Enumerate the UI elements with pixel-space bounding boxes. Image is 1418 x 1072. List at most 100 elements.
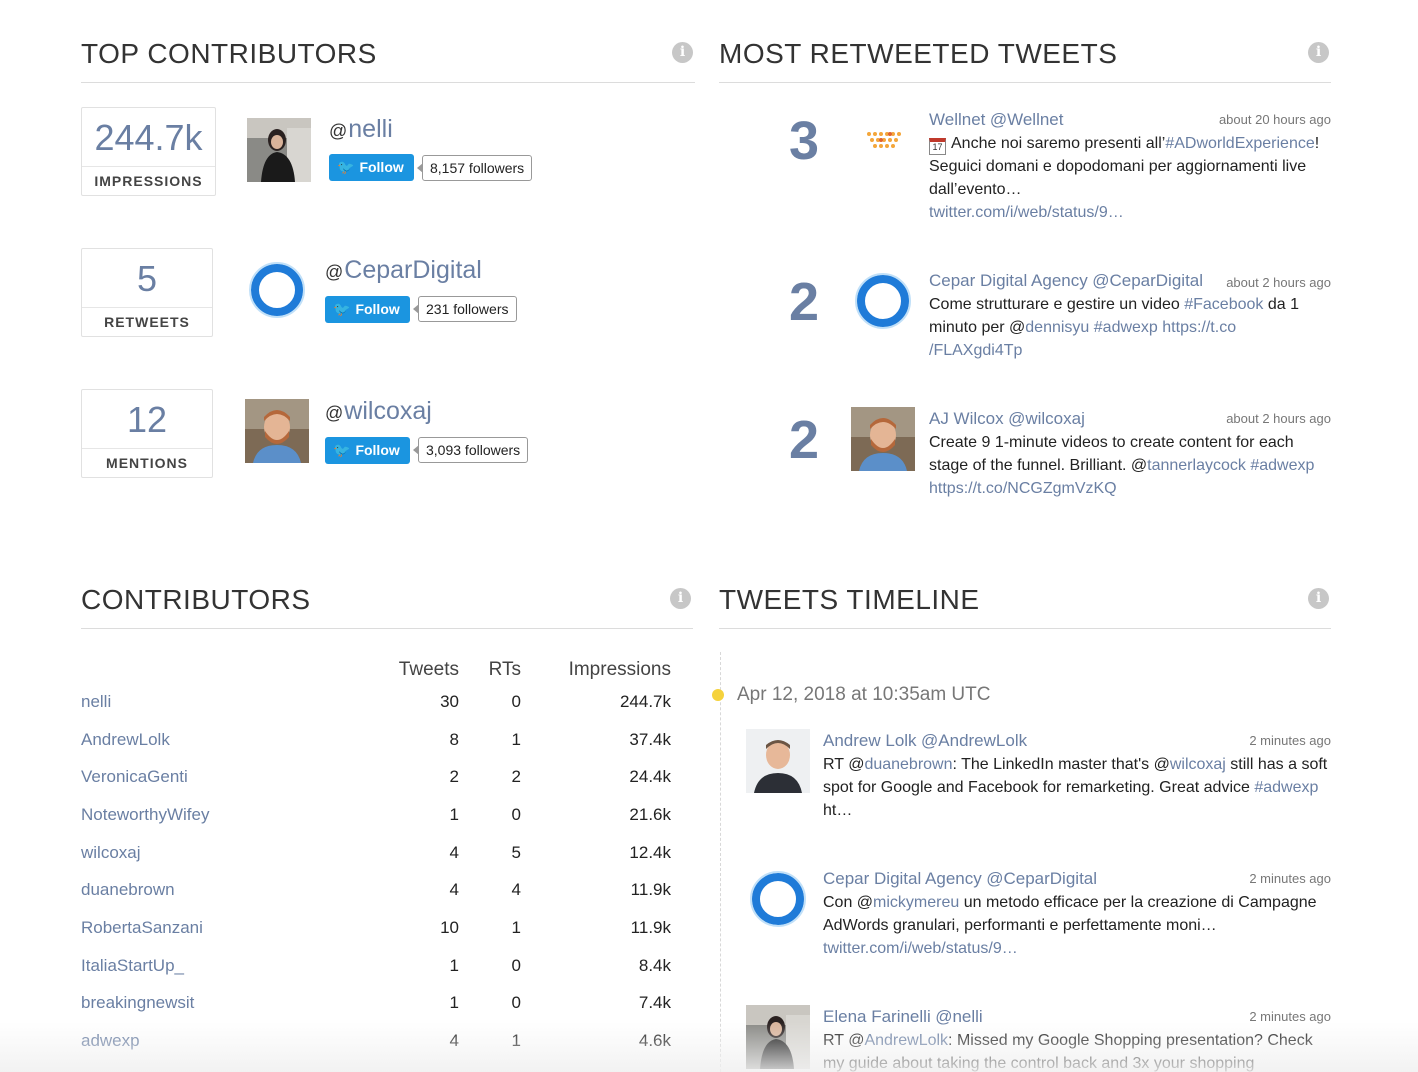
url-link[interactable]: twitter.com/i/web/status/9…: [929, 204, 1124, 221]
follow-label: Follow: [359, 159, 404, 175]
avatar[interactable]: [247, 118, 311, 182]
tweet-text: Create 9 1-minute videos to create conte…: [929, 431, 1331, 500]
contributor-name-link[interactable]: RobertaSanzani: [81, 909, 381, 947]
table-row: VeronicaGenti 2 2 24.4k: [81, 758, 671, 796]
tweet-author-name[interactable]: Cepar Digital Agency: [929, 271, 1088, 290]
follow-label: Follow: [355, 442, 400, 458]
tweet-body: Andrew Lolk @AndrewLolk 2 minutes ago RT…: [823, 729, 1331, 822]
contributor-name-link[interactable]: ItaliaStartUp_: [81, 947, 381, 985]
follow-button[interactable]: 🐦 Follow: [325, 296, 410, 323]
table-row: ItaliaStartUp_ 1 0 8.4k: [81, 947, 671, 985]
contributor-name-link[interactable]: adwexp: [81, 1022, 381, 1060]
stat-label: IMPRESSIONS: [94, 173, 203, 189]
most-retweeted-title: MOST RETWEETED TWEETS: [719, 38, 1118, 69]
mention-link[interactable]: mickymereu: [873, 894, 959, 911]
table-row: nelli 30 0 244.7k: [81, 683, 671, 721]
avatar[interactable]: [746, 729, 810, 793]
tweet-author-handle[interactable]: @CeparDigital: [986, 869, 1097, 888]
follow-button[interactable]: 🐦 Follow: [325, 437, 410, 464]
timeline-tweet: Andrew Lolk @AndrewLolk 2 minutes ago RT…: [746, 729, 1332, 839]
follow-button[interactable]: 🐦 Follow: [329, 154, 414, 181]
tweet-author-handle[interactable]: @Wellnet: [990, 110, 1064, 129]
contributor-name-link[interactable]: duanebrown: [81, 871, 381, 909]
follow-label: Follow: [355, 301, 400, 317]
impressions-stat: 244.7k IMPRESSIONS: [81, 107, 216, 196]
mention-link[interactable]: wilcoxaj: [1170, 756, 1226, 773]
most-retweeted-panel: MOST RETWEETED TWEETS i 3 Wellnet @Welln…: [719, 0, 1331, 520]
tweets-cell: 1: [449, 993, 459, 1013]
hashtag-link[interactable]: #adwexp: [1250, 457, 1314, 474]
table-row: duanebrown 4 4 11.9k: [81, 871, 671, 909]
calendar-icon: 17: [929, 138, 946, 155]
avatar[interactable]: [851, 108, 915, 172]
impressions-cell: 4.6k: [638, 1031, 671, 1051]
tweet-author-name[interactable]: Andrew Lolk: [823, 731, 917, 750]
contributor-name-link[interactable]: VeronicaGenti: [81, 758, 381, 796]
info-icon[interactable]: i: [1308, 42, 1329, 63]
tweet-author-name[interactable]: Elena Farinelli: [823, 1007, 931, 1026]
tweet-author-handle[interactable]: @AndrewLolk: [921, 731, 1027, 750]
info-icon[interactable]: i: [1308, 588, 1329, 609]
contributors-title: CONTRIBUTORS: [81, 584, 311, 615]
mention-link[interactable]: AndrewLolk: [864, 1032, 948, 1049]
tweet-author-name[interactable]: Cepar Digital Agency: [823, 869, 982, 888]
column-header-tweets[interactable]: Tweets: [381, 657, 459, 683]
rts-cell: 0: [511, 993, 521, 1013]
avatar[interactable]: [746, 867, 810, 931]
hashtag-link[interactable]: #Facebook: [1184, 296, 1263, 313]
contributor-name-link[interactable]: NoteworthyWifey: [81, 796, 381, 834]
url-link[interactable]: twitter.com/i/web/status/9…: [823, 940, 1018, 957]
top-contributor-row: 5 RETWEETS @CeparDigital 🐦 Follow 231 fol…: [81, 248, 681, 338]
timeline-line: [720, 652, 721, 1072]
url-link[interactable]: https://t.co/NCGZgmVzKQ: [929, 480, 1117, 497]
tweet-time: 2 minutes ago: [1249, 1009, 1331, 1024]
tweet-author-handle[interactable]: @CeparDigital: [1092, 271, 1203, 290]
contributor-name-link[interactable]: AndrewLolk: [81, 721, 381, 759]
hashtag-link[interactable]: #ADworldExperience: [1165, 135, 1314, 152]
avatar[interactable]: [746, 1005, 810, 1069]
contributor-name-link[interactable]: nelli: [81, 683, 381, 721]
column-header-impressions[interactable]: Impressions: [521, 657, 671, 683]
column-header-rts[interactable]: RTs: [459, 657, 521, 683]
top-contributors-header: TOP CONTRIBUTORS i: [81, 0, 695, 83]
tweet-author-handle[interactable]: @wilcoxaj: [1008, 409, 1085, 428]
tweets-cell: 1: [449, 804, 459, 824]
tweets-cell: 1: [449, 955, 459, 975]
text-fragment: Con @: [823, 894, 874, 911]
retweet-count: 2: [789, 272, 820, 332]
tweet-author-handle[interactable]: @nelli: [935, 1007, 983, 1026]
stat-label: MENTIONS: [106, 455, 188, 471]
mention-link[interactable]: tannerlaycock: [1147, 457, 1246, 474]
tweet-body: Cepar Digital Agency @CeparDigital about…: [929, 269, 1331, 362]
impressions-cell: 37.4k: [629, 729, 671, 749]
mention-link[interactable]: duanebrown: [864, 756, 952, 773]
info-icon[interactable]: i: [670, 588, 691, 609]
tweet-time: about 2 hours ago: [1222, 271, 1331, 294]
table-header-row: Tweets RTs Impressions: [81, 657, 671, 683]
tweet-time: about 20 hours ago: [1218, 112, 1331, 127]
timeline-date: Apr 12, 2018 at 10:35am UTC: [737, 684, 991, 705]
avatar[interactable]: [245, 399, 309, 463]
hashtag-link[interactable]: #adwexp: [1254, 779, 1318, 796]
mention-link[interactable]: dennisyu: [1025, 319, 1089, 336]
contributor-name-link[interactable]: wilcoxaj: [81, 834, 381, 872]
avatar[interactable]: [245, 258, 309, 322]
avatar[interactable]: [851, 269, 915, 333]
followers-count: 8,157 followers: [416, 155, 533, 181]
top-contributor-row: 244.7k IMPRESSIONS @nelli 🐦 Follow 8,157 …: [81, 107, 681, 197]
contributor-handle[interactable]: @CeparDigital: [325, 256, 482, 285]
tweet-author-name[interactable]: AJ Wilcox: [929, 409, 1004, 428]
contributor-handle[interactable]: @wilcoxaj: [325, 397, 432, 426]
contributor-handle[interactable]: @nelli: [329, 115, 393, 144]
hashtag-link[interactable]: #adwexp: [1094, 319, 1158, 336]
avatar[interactable]: [851, 407, 915, 471]
tweet-text: RT @duanebrown: The LinkedIn master that…: [823, 753, 1331, 822]
twitter-bird-icon: 🐦: [337, 159, 355, 175]
stat-value: 12: [82, 390, 212, 449]
table-row: RobertaSanzani 10 1 11.9k: [81, 909, 671, 947]
retweet-count: 3: [789, 111, 820, 171]
contributor-name-link[interactable]: breakingnewsit: [81, 985, 381, 1023]
impressions-cell: 8.4k: [638, 955, 671, 975]
info-icon[interactable]: i: [672, 42, 693, 63]
tweet-author-name[interactable]: Wellnet: [929, 110, 985, 129]
